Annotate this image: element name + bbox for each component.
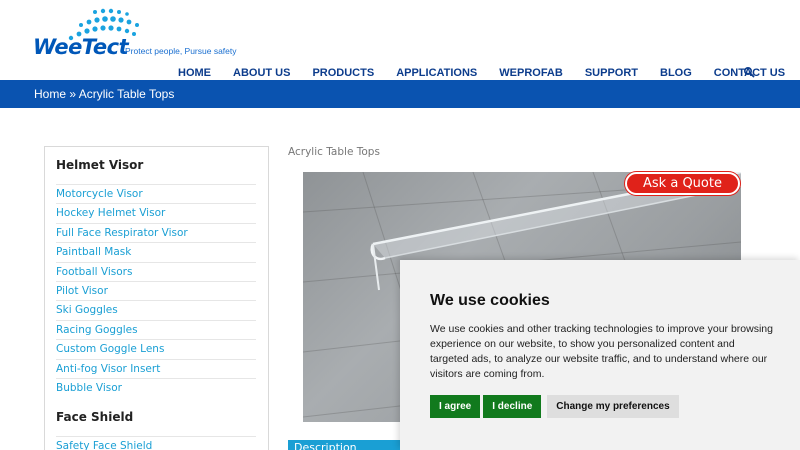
nav-item-blog[interactable]: BLOG [660,67,692,79]
nav-item-applications[interactable]: APPLICATIONS [396,67,477,79]
sidebar-link[interactable]: Motorcycle Visor [56,184,256,203]
nav-item-weprofab[interactable]: WEPROFAB [499,67,563,79]
sidebar-link[interactable]: Paintball Mask [56,242,256,261]
sidebar-heading-face-shield: Face Shield [56,410,134,424]
main-nav: HOME ABOUT US PRODUCTS APPLICATIONS WEPR… [178,66,800,80]
brand-name: WeeTect [33,35,129,59]
sidebar-heading-helmet-visor: Helmet Visor [56,158,144,172]
sidebar-link[interactable]: Bubble Visor [56,377,256,397]
breadcrumb-separator: » [69,87,77,101]
cookie-decline-button[interactable]: I decline [483,395,542,418]
sidebar-link[interactable]: Full Face Respirator Visor [56,222,256,242]
sidebar-link[interactable]: Pilot Visor [56,280,256,300]
breadcrumb-bar: Home » Acrylic Table Tops [0,80,800,108]
sidebar-list-helmet-visor: Motorcycle Visor Hockey Helmet Visor Ful… [56,184,256,397]
ask-quote-button[interactable]: Ask a Quote [625,172,740,195]
page-title: Acrylic Table Tops [288,146,380,158]
sidebar-list-face-shield: Safety Face Shield [56,436,256,450]
cookie-banner: We use cookies We use cookies and other … [400,260,800,450]
site-header: WeeTect Protect people, Pursue safety HO… [0,0,800,80]
sidebar-link[interactable]: Football Visors [56,261,256,281]
sidebar-link[interactable]: Safety Face Shield [56,436,256,450]
cookie-preferences-button[interactable]: Change my preferences [547,395,679,418]
nav-item-about-us[interactable]: ABOUT US [233,67,290,79]
sidebar-link[interactable]: Hockey Helmet Visor [56,203,256,222]
breadcrumb-home-link[interactable]: Home [34,87,66,101]
product-sidebar: Helmet Visor Motorcycle Visor Hockey Hel… [44,146,269,450]
sidebar-link[interactable]: Custom Goggle Lens [56,339,256,358]
sidebar-link[interactable]: Anti-fog Visor Insert [56,358,256,378]
nav-item-home[interactable]: HOME [178,67,211,79]
sidebar-link[interactable]: Ski Goggles [56,300,256,319]
cookie-title: We use cookies [430,292,550,309]
sidebar-link[interactable]: Racing Goggles [56,319,256,339]
cookie-text: We use cookies and other tracking techno… [430,323,773,380]
search-icon[interactable] [743,66,755,78]
tab-description[interactable]: Description [288,440,408,450]
breadcrumb-current: Acrylic Table Tops [78,87,175,101]
breadcrumb: Home » Acrylic Table Tops [34,87,174,101]
nav-item-products[interactable]: PRODUCTS [312,67,374,79]
logo[interactable]: WeeTect Protect people, Pursue safety [33,8,237,60]
brand-tagline: Protect people, Pursue safety [125,46,237,56]
cookie-actions: I agree I decline Change my preferences [430,395,682,418]
cookie-agree-button[interactable]: I agree [430,395,481,418]
nav-item-support[interactable]: SUPPORT [585,67,638,79]
